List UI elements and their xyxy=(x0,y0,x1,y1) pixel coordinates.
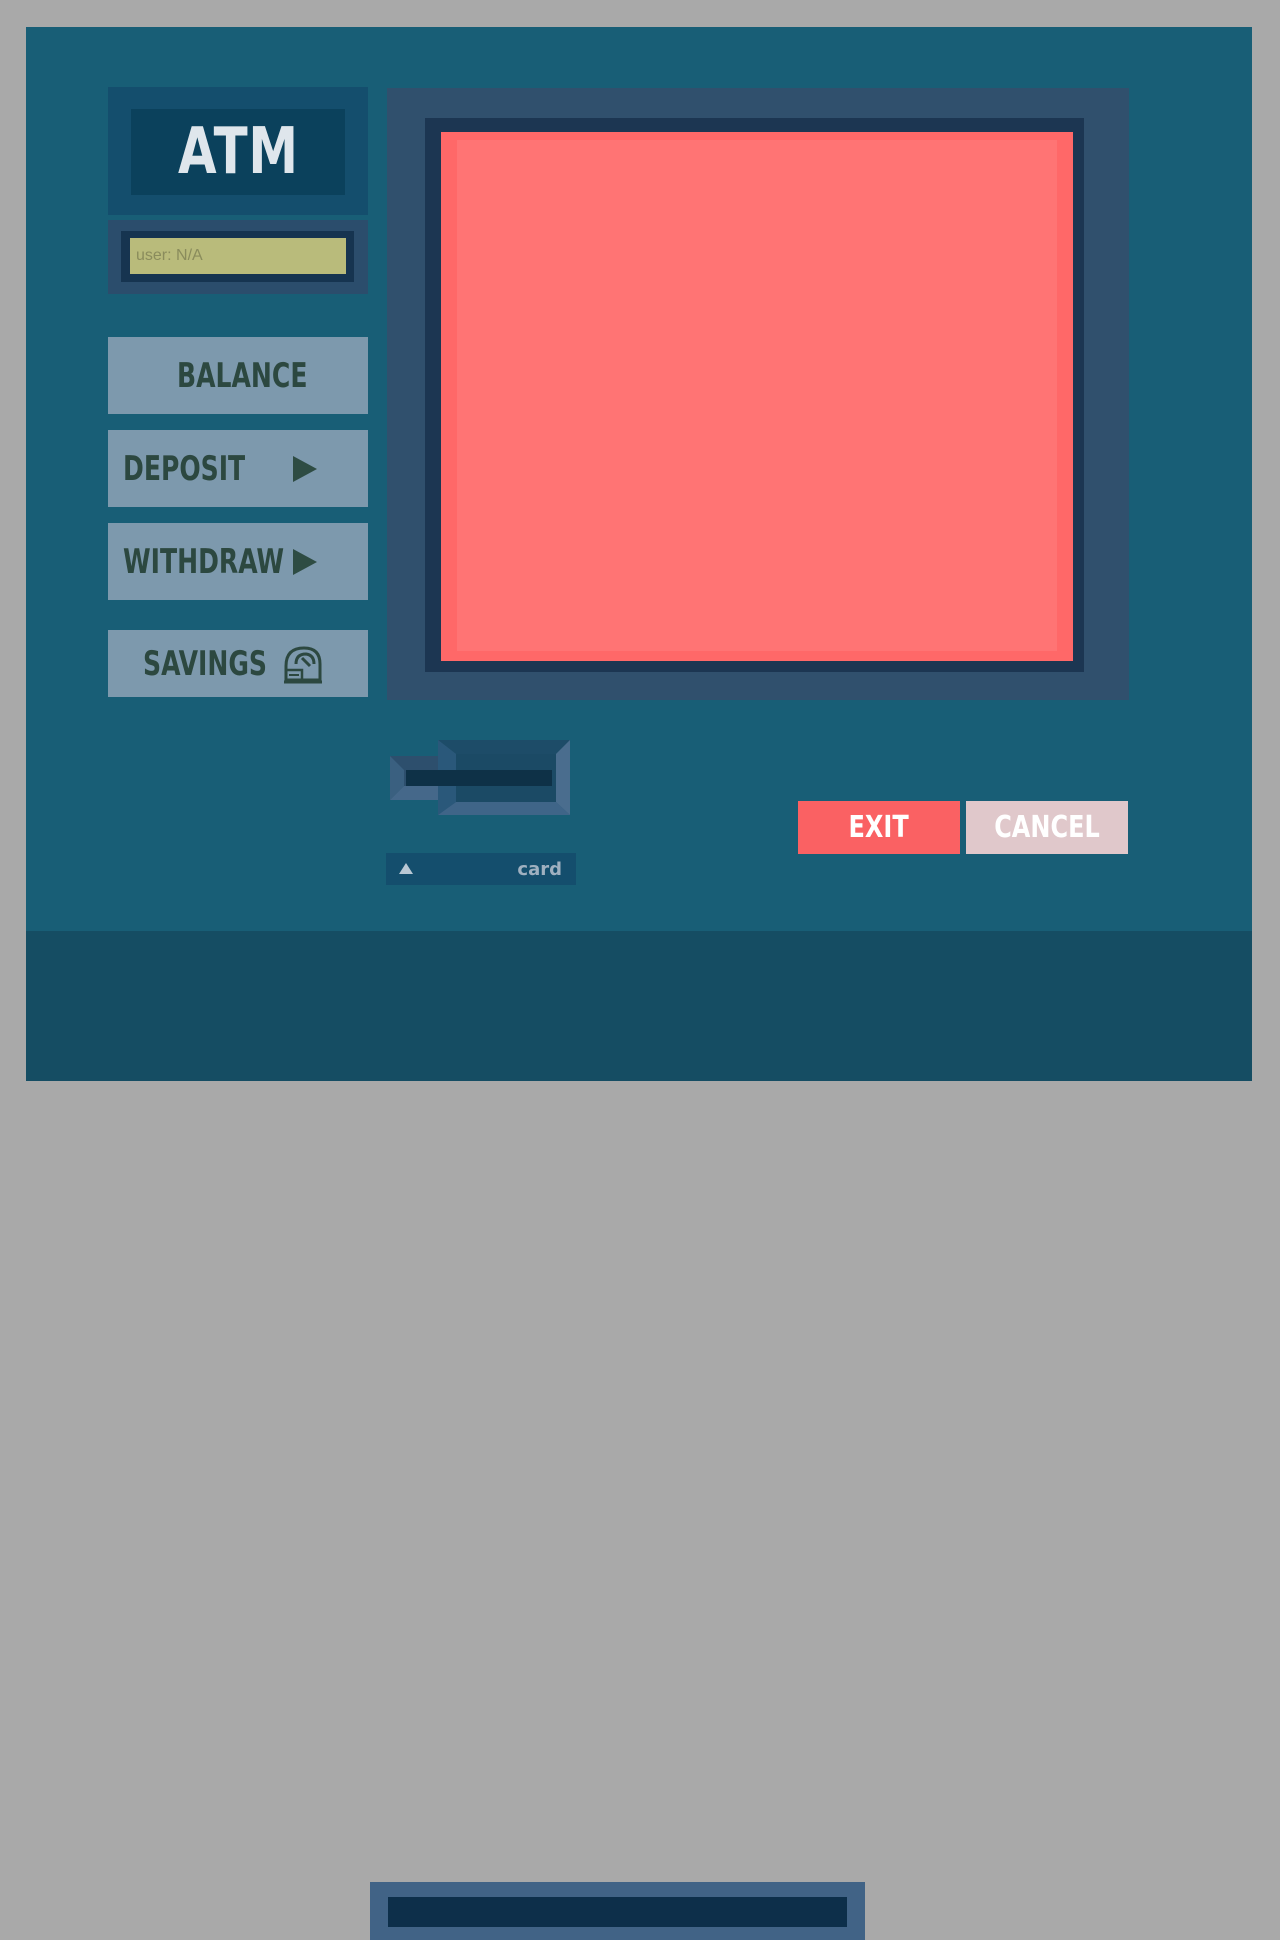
deposit-button[interactable]: DEPOSIT xyxy=(108,430,368,507)
user-display-frame: user: N/A xyxy=(121,231,354,282)
cancel-button[interactable]: CANCEL xyxy=(966,801,1128,854)
savings-label: SAVINGS xyxy=(143,643,267,684)
cancel-label: CANCEL xyxy=(994,810,1100,845)
atm-base xyxy=(26,931,1252,1940)
card-label-text: card xyxy=(517,859,562,880)
exit-button[interactable]: EXIT xyxy=(798,801,960,854)
play-arrow-icon xyxy=(293,455,317,482)
cash-slot xyxy=(388,1897,847,1927)
balance-label: BALANCE xyxy=(177,355,308,396)
logo-box: ATM xyxy=(131,109,345,195)
play-arrow-icon xyxy=(293,548,317,575)
exit-label: EXIT xyxy=(848,810,910,845)
atm-machine: ATM user: N/A BALANCE DEPOSIT WITHDRAW S… xyxy=(26,27,1252,1940)
cash-dispenser xyxy=(370,1882,865,1940)
screen-bezel xyxy=(387,88,1129,700)
user-panel: user: N/A xyxy=(108,220,368,294)
card-slot[interactable] xyxy=(390,740,572,816)
user-display: user: N/A xyxy=(130,238,346,274)
balance-button[interactable]: BALANCE xyxy=(108,337,368,414)
deposit-label: DEPOSIT xyxy=(123,448,246,489)
withdraw-label: WITHDRAW xyxy=(123,541,285,582)
atm-logo: ATM xyxy=(177,115,299,189)
triangle-up-icon xyxy=(399,863,413,874)
card-slot-label: card xyxy=(386,853,576,885)
atm-screen xyxy=(441,132,1073,661)
savings-button[interactable]: SAVINGS xyxy=(108,630,368,697)
atm-screen-display xyxy=(457,140,1057,651)
screen-frame xyxy=(425,118,1084,672)
safe-icon xyxy=(284,646,322,684)
logo-panel: ATM xyxy=(108,87,368,215)
withdraw-button[interactable]: WITHDRAW xyxy=(108,523,368,600)
